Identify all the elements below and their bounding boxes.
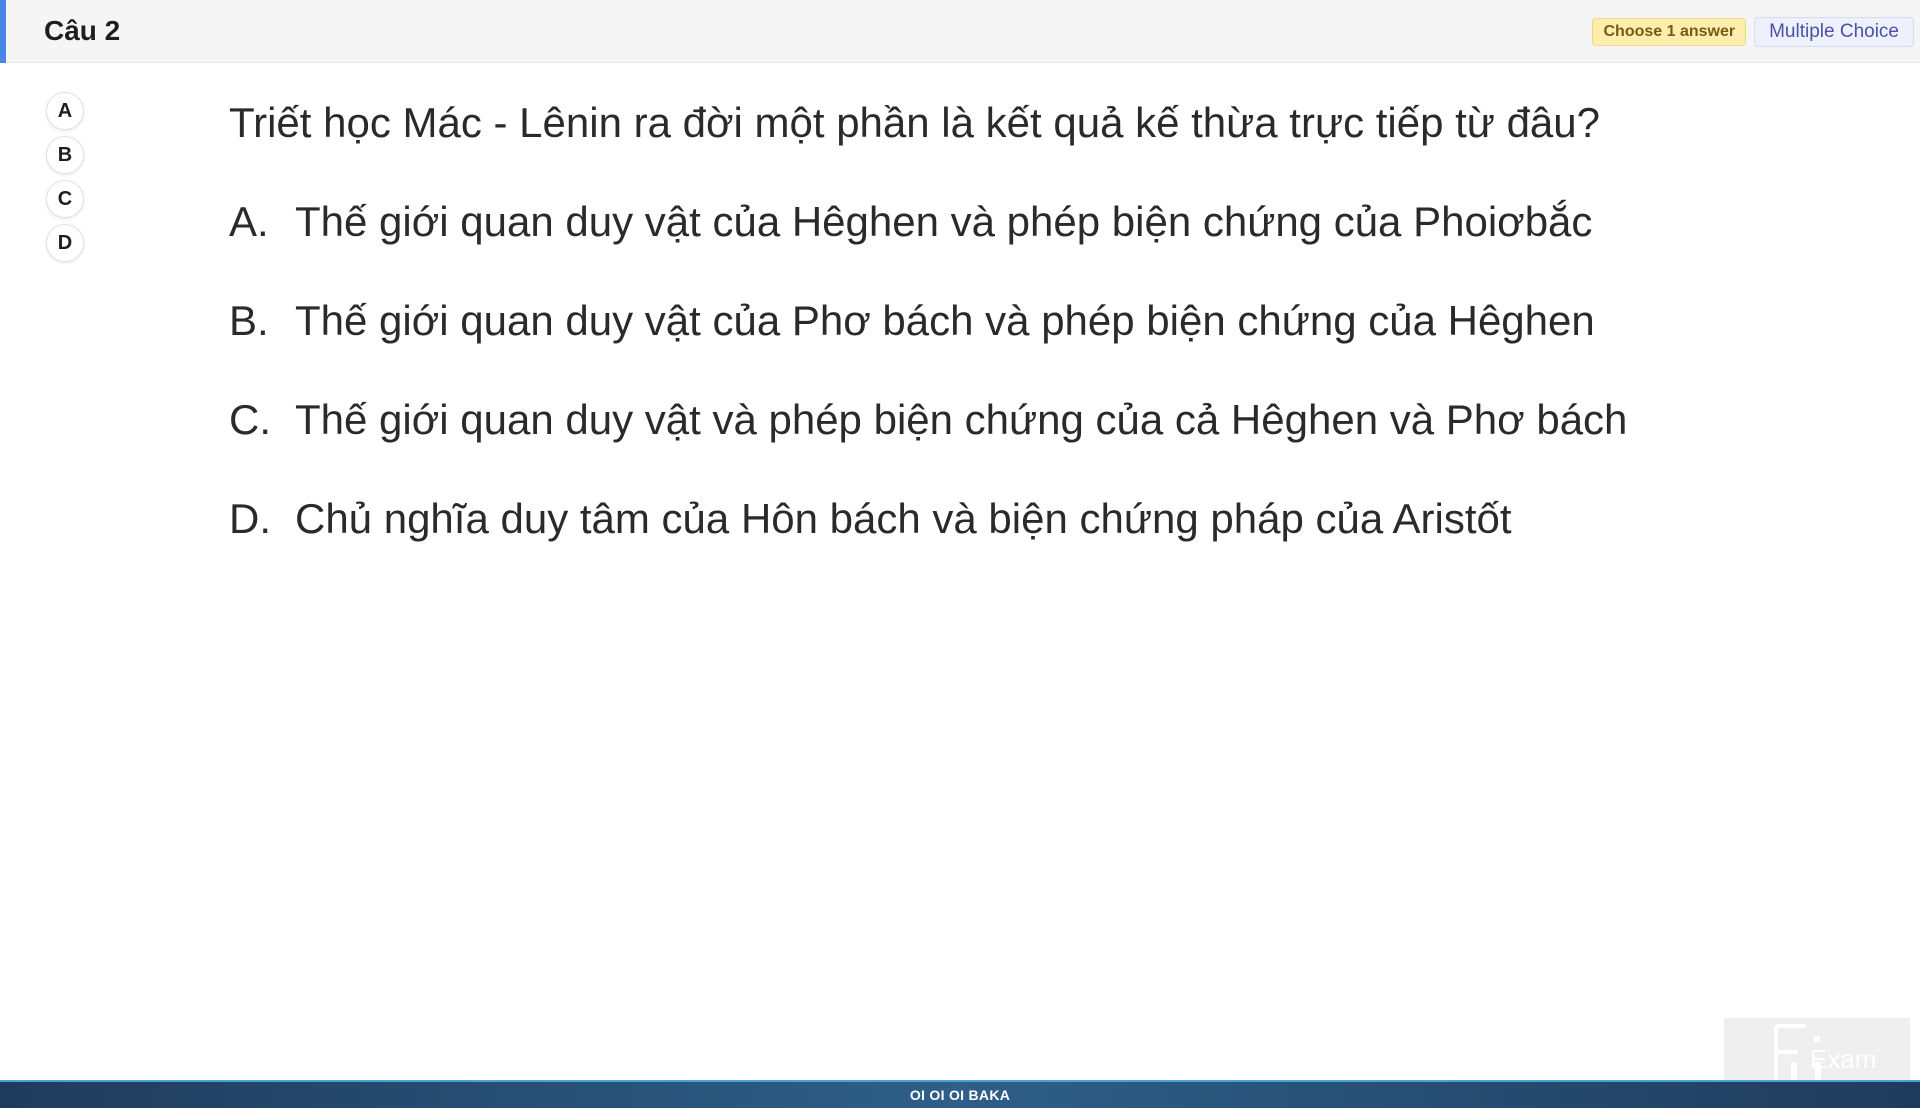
option-b-button[interactable]: B: [46, 136, 84, 174]
choose-answer-badge: Choose 1 answer: [1592, 18, 1747, 46]
footer-text: OI OI OI BAKA: [909, 1087, 1011, 1103]
choice-text: Thế giới quan duy vật của Hêghen và phép…: [295, 198, 1593, 245]
question-badges: Choose 1 answer Multiple Choice: [1592, 17, 1914, 47]
answer-options: A B C D: [46, 92, 86, 268]
option-d-button[interactable]: D: [46, 224, 84, 262]
choice-text: Chủ nghĩa duy tâm của Hôn bách và biện c…: [295, 495, 1512, 542]
exam-page: Câu 2 Choose 1 answer Multiple Choice A …: [0, 0, 1920, 1108]
choice-text: Thế giới quan duy vật của Phơ bách và ph…: [295, 297, 1595, 344]
choice-a: A. Thế giới quan duy vật của Hêghen và ph…: [229, 193, 1729, 251]
question-header: Câu 2 Choose 1 answer Multiple Choice: [0, 0, 1920, 63]
choice-letter: B.: [229, 297, 269, 344]
choice-c: C. Thế giới quan duy vật và phép biện chứ…: [229, 391, 1729, 449]
choice-letter: D.: [229, 495, 271, 542]
question-stem: Triết học Mác - Lênin ra đời một phần là…: [229, 99, 1601, 146]
choice-letter: A.: [229, 198, 269, 245]
choice-b: B. Thế giới quan duy vật của Phơ bách và …: [229, 292, 1729, 350]
option-c-button[interactable]: C: [46, 180, 84, 218]
option-a-button[interactable]: A: [46, 92, 84, 130]
question-content: Triết học Mác - Lênin ra đời một phần là…: [229, 94, 1729, 589]
watermark-logo-text: Exam: [1810, 1044, 1876, 1074]
choice-text: Thế giới quan duy vật và phép biện chứng…: [295, 396, 1628, 443]
choice-d: D. Chủ nghĩa duy tâm của Hôn bách và biện…: [229, 490, 1729, 548]
header-accent-bar: [0, 0, 6, 63]
question-type-badge: Multiple Choice: [1754, 17, 1914, 47]
choice-letter: C.: [229, 396, 271, 443]
question-number-title: Câu 2: [44, 15, 121, 46]
footer-bar: OI OI OI BAKA: [0, 1080, 1920, 1108]
